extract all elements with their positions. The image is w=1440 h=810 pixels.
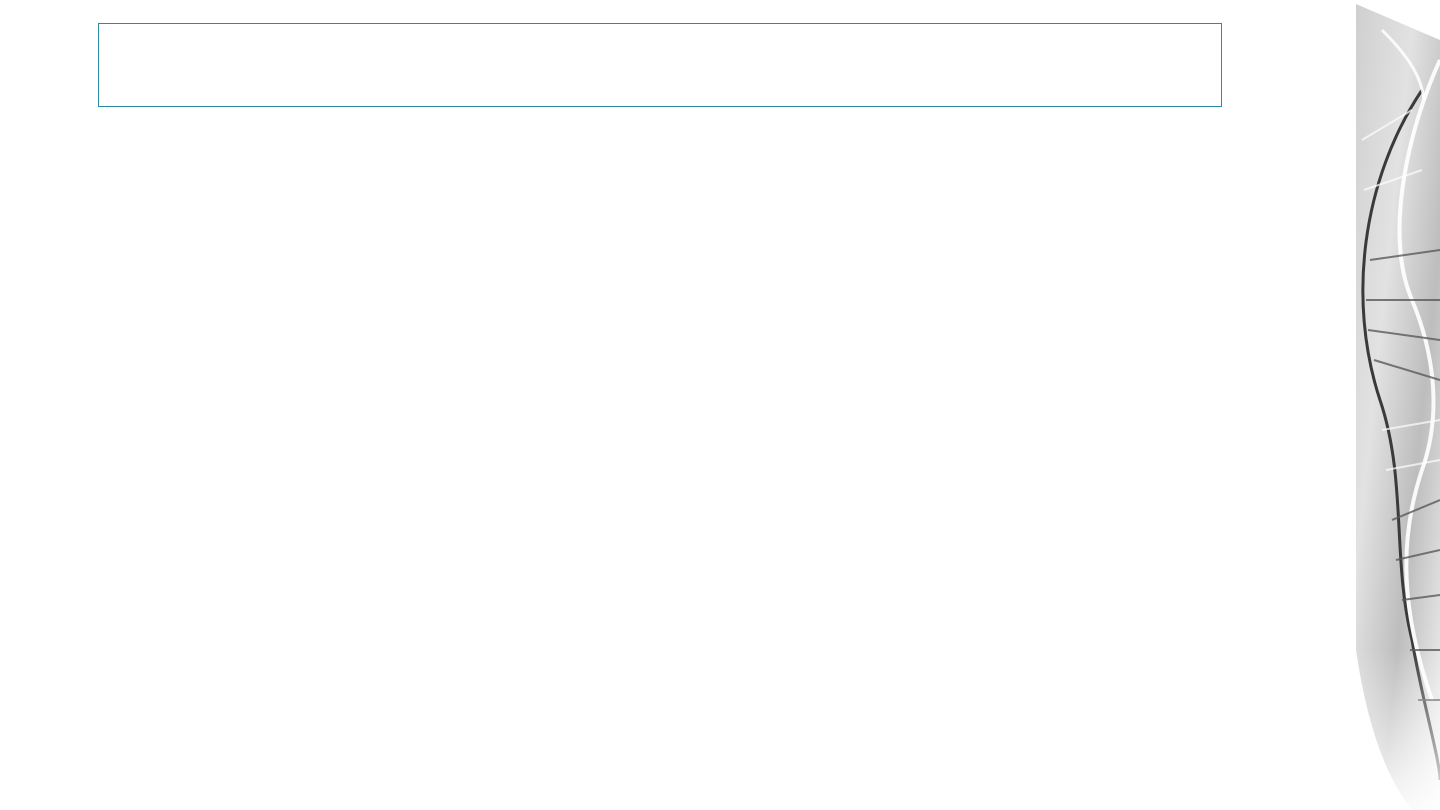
slide-title-placeholder[interactable] [98, 23, 1222, 107]
dna-helix-image [1352, 0, 1440, 810]
slide-content-area [98, 130, 1222, 770]
